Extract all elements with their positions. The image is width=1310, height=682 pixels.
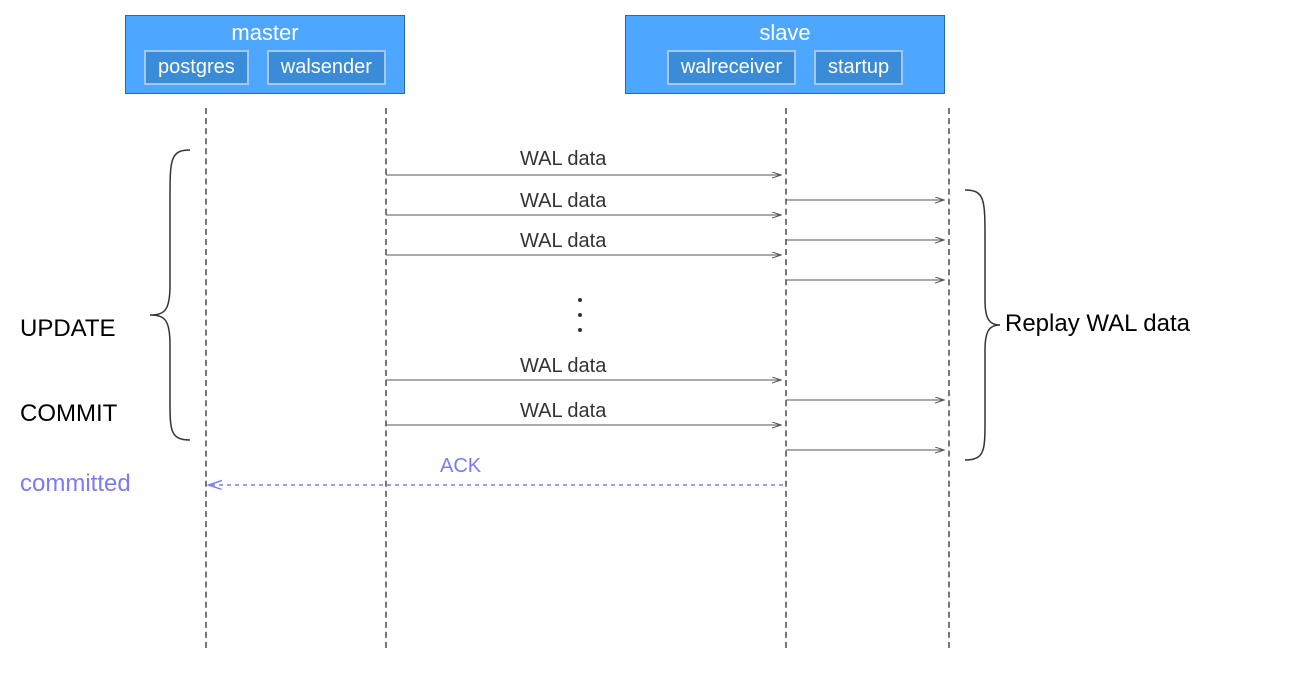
label-committed: committed xyxy=(20,470,131,498)
diagram-svg xyxy=(0,0,1310,682)
master-box: master postgres walsender xyxy=(125,15,405,94)
lifeline-postgres xyxy=(205,108,207,648)
postgres-box: postgres xyxy=(144,50,249,85)
lifeline-walsender xyxy=(385,108,387,648)
walsender-box: walsender xyxy=(267,50,386,85)
msg-wal-3: WAL data xyxy=(520,230,606,253)
slave-title: slave xyxy=(626,20,944,46)
startup-box: startup xyxy=(814,50,903,85)
msg-wal-2: WAL data xyxy=(520,190,606,213)
lifeline-startup xyxy=(948,108,950,648)
label-update: UPDATE xyxy=(20,315,116,343)
msg-wal-4: WAL data xyxy=(520,355,606,378)
lifeline-walreceiver xyxy=(785,108,787,648)
sequence-diagram: master postgres walsender slave walrecei… xyxy=(0,0,1310,682)
master-title: master xyxy=(126,20,404,46)
msg-wal-1: WAL data xyxy=(520,148,606,171)
msg-ack: ACK xyxy=(440,455,481,478)
slave-box: slave walreceiver startup xyxy=(625,15,945,94)
label-commit: COMMIT xyxy=(20,400,117,428)
walreceiver-box: walreceiver xyxy=(667,50,796,85)
label-replay: Replay WAL data xyxy=(1005,310,1190,338)
msg-wal-5: WAL data xyxy=(520,400,606,423)
